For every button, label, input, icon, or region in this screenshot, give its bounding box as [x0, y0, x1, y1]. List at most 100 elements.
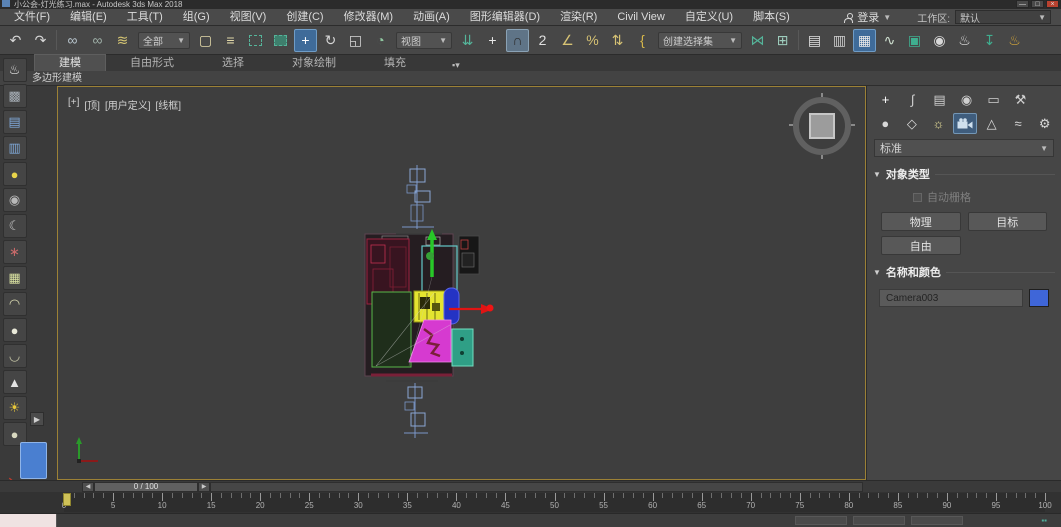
coordinate-field-x[interactable]	[795, 516, 848, 525]
cameras-category-icon[interactable]	[952, 113, 978, 134]
menu-item[interactable]: 文件(F)	[4, 9, 60, 25]
mirror-icon[interactable]: ⋈	[746, 29, 769, 52]
menu-item[interactable]: Civil View	[607, 9, 674, 25]
menu-item[interactable]: 工具(T)	[117, 9, 173, 25]
track-bar[interactable]: 0510152025303540455055606570758085909510…	[0, 492, 1061, 513]
dome-light-icon[interactable]: ◠	[2, 292, 27, 316]
schematic-view-icon[interactable]: ▣	[903, 29, 926, 52]
edit-named-selection-sets-icon[interactable]: {	[631, 29, 654, 52]
window-crossing-icon[interactable]	[269, 29, 292, 52]
blue-panel-swatch[interactable]	[20, 442, 47, 479]
select-and-rotate-icon[interactable]: ↻	[319, 29, 342, 52]
viewport[interactable]: [+] [顶] [用户定义] [线框]	[57, 86, 866, 480]
helpers-category-icon[interactable]: △	[979, 113, 1004, 134]
toggle-ribbon-icon[interactable]: ▦	[853, 28, 876, 52]
viewcube[interactable]	[789, 93, 855, 159]
close-button[interactable]: ×	[1046, 0, 1059, 8]
create-tab-icon[interactable]: +	[873, 89, 898, 110]
utilities-tab-icon[interactable]: ⚒	[1008, 89, 1033, 110]
geometry-category-icon[interactable]: ●	[873, 113, 898, 134]
select-by-name-icon[interactable]: ≡	[219, 29, 242, 52]
menu-item[interactable]: 编辑(E)	[60, 9, 117, 25]
login-menu[interactable]: 登录 ▼	[836, 9, 899, 25]
selection-filter-dropdown[interactable]: 全部 ▼	[138, 31, 190, 49]
time-slider-track[interactable]	[210, 481, 863, 492]
layer-explorer-window-icon[interactable]: ▥	[2, 136, 27, 160]
use-center-icon[interactable]: ◔	[369, 29, 392, 52]
coordinate-field-y[interactable]	[853, 516, 906, 525]
ribbon-minimize-icon[interactable]: ▪▾	[444, 60, 468, 71]
light-bulb-icon[interactable]: ●	[2, 162, 27, 186]
spinner-snap-icon[interactable]: ⇅	[606, 29, 629, 52]
coordinate-field-z[interactable]	[911, 516, 964, 525]
percent-snap-icon[interactable]: %	[581, 29, 604, 52]
lights-category-icon[interactable]: ☼	[926, 113, 951, 134]
menu-item[interactable]: 脚本(S)	[743, 9, 800, 25]
camera-tool-icon[interactable]: ◉	[2, 188, 27, 212]
autogrid-checkbox[interactable]	[913, 192, 922, 202]
sphere-light-icon[interactable]: ●	[2, 318, 27, 342]
layer-manager-icon[interactable]: ▤	[803, 29, 826, 52]
unlink-selection-icon[interactable]: ∞	[86, 29, 109, 52]
select-and-scale-icon[interactable]: ◱	[344, 29, 367, 52]
maximize-button[interactable]: □	[1031, 0, 1044, 8]
ribbon-tab-自由形式[interactable]: 自由形式	[106, 55, 198, 71]
reference-coordinate-dropdown[interactable]: 视图 ▼	[396, 31, 452, 49]
bowl-light-icon[interactable]: ◡	[2, 344, 27, 368]
next-frame-button[interactable]: ▶	[198, 481, 210, 492]
minimize-button[interactable]: —	[1016, 0, 1029, 8]
keyboard-override-icon[interactable]: +	[481, 29, 504, 52]
expand-arrow-button[interactable]: ▶	[30, 412, 44, 426]
name-color-rollout[interactable]: ▼ 名称和颜色	[873, 264, 1055, 280]
material-editor-icon[interactable]: ◉	[928, 29, 951, 52]
teapot-white-icon[interactable]: ♨	[2, 58, 27, 82]
menu-item[interactable]: 创建(C)	[276, 9, 333, 25]
previous-frame-button[interactable]: ◀	[82, 481, 94, 492]
track-bar-ruler[interactable]: 0510152025303540455055606570758085909510…	[62, 493, 1052, 512]
scene-explorer-window-icon[interactable]: ▤	[2, 110, 27, 134]
scene-explorer-icon[interactable]: ▥	[828, 29, 851, 52]
select-and-manipulate-icon[interactable]: ⇊	[456, 29, 479, 52]
menu-item[interactable]: 渲染(R)	[550, 9, 607, 25]
snaps-toggle-icon[interactable]: ∩	[506, 28, 529, 52]
shapes-category-icon[interactable]: ◇	[900, 113, 925, 134]
undo-icon[interactable]: ↶	[4, 29, 27, 52]
render-production-icon[interactable]: ♨	[1003, 29, 1026, 52]
named-selection-sets-dropdown[interactable]: 创建选择集 ▼	[658, 31, 742, 49]
ribbon-panel-label[interactable]: 多边形建模	[0, 71, 1061, 86]
maxscript-mini-listener[interactable]	[0, 514, 57, 527]
menu-item[interactable]: 视图(V)	[220, 9, 277, 25]
rendered-frame-window-icon[interactable]: ↧	[978, 29, 1001, 52]
menu-item[interactable]: 修改器(M)	[334, 9, 404, 25]
rectangular-selection-region-icon[interactable]	[244, 29, 267, 52]
camera-type-dropdown[interactable]: 标准 ▼	[874, 139, 1054, 157]
ribbon-tab-选择[interactable]: 选择	[198, 55, 268, 71]
object-type-rollout[interactable]: ▼ 对象类型	[873, 166, 1055, 182]
panel-toggle-icon[interactable]: ▩	[2, 84, 27, 108]
redo-icon[interactable]: ↷	[29, 29, 52, 52]
motion-red-icon[interactable]: ∗	[2, 240, 27, 264]
target-camera-button[interactable]: 目标	[967, 212, 1047, 231]
menu-item[interactable]: 组(G)	[173, 9, 220, 25]
ribbon-tab-建模[interactable]: 建模	[34, 54, 106, 71]
grid-plate-icon[interactable]: ▦	[2, 266, 27, 290]
free-camera-button[interactable]: 自由	[881, 236, 961, 255]
align-icon[interactable]: ⊞	[771, 29, 794, 52]
viewport-user-label[interactable]: [用户定义]	[105, 97, 151, 112]
time-slider-handle[interactable]: 0 / 100	[94, 481, 198, 492]
object-name-field[interactable]: Camera003	[879, 289, 1023, 307]
menu-item[interactable]: 图形编辑器(D)	[460, 9, 550, 25]
motion-tab-icon[interactable]: ◉	[954, 89, 979, 110]
display-tab-icon[interactable]: ▭	[981, 89, 1006, 110]
select-object-icon[interactable]: ▢	[194, 29, 217, 52]
modify-tab-icon[interactable]: ∫	[900, 89, 925, 110]
cone-light-icon[interactable]: ▲	[2, 370, 27, 394]
snaps-25d-icon[interactable]: 2	[531, 29, 554, 52]
systems-category-icon[interactable]: ⚙	[1032, 113, 1057, 134]
time-marker[interactable]	[63, 493, 71, 506]
select-and-move-icon[interactable]: +	[294, 28, 317, 52]
object-color-swatch[interactable]	[1029, 289, 1049, 307]
sun-light-icon[interactable]: ☀	[2, 396, 27, 420]
ribbon-tab-填充[interactable]: 填充	[360, 55, 430, 71]
hierarchy-tab-icon[interactable]: ▤	[927, 89, 952, 110]
